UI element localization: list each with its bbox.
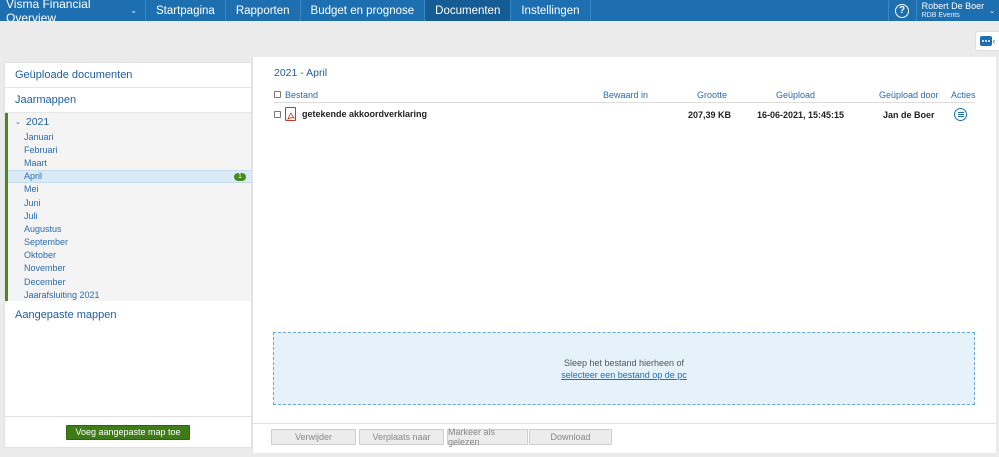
file-size-cell: 207,39 KB: [688, 110, 732, 120]
nav-rapporten[interactable]: Rapporten: [226, 0, 301, 21]
select-file-link[interactable]: selecteer een bestand op de pc: [561, 370, 687, 380]
action-bar: Verwijder Verplaats naar Markeer als gel…: [253, 423, 996, 453]
user-info: Robert De Boer RDB Events: [921, 1, 985, 20]
upload-date-cell: 16-06-2021, 15:45:15: [757, 110, 845, 120]
month-item-december[interactable]: December: [8, 275, 251, 288]
chevron-down-icon: ⌄: [989, 7, 995, 15]
move-to-button[interactable]: Verplaats naar: [359, 429, 444, 445]
page-title: 2021 - April: [274, 67, 328, 79]
user-menu[interactable]: Robert De Boer RDB Events ⌄: [915, 0, 999, 21]
year-folder-2021: ⌄ 2021 Januari Februari Maart April 1 Me…: [5, 113, 251, 302]
top-navigation: Visma Financial Overview ⌄ Startpagina R…: [0, 0, 999, 25]
chevron-down-icon: ⌄: [130, 6, 137, 15]
column-header-uploaded-by[interactable]: Geüpload door: [879, 90, 939, 100]
month-item-februari[interactable]: Februari: [8, 143, 251, 156]
uploaded-by-cell: Jan de Boer: [883, 110, 935, 120]
nav-startpagina[interactable]: Startpagina: [146, 0, 226, 21]
help-button[interactable]: ?: [887, 0, 916, 21]
month-item-september[interactable]: September: [8, 236, 251, 249]
document-panel: 2021 - April Bestand Bewaard in Grootte …: [252, 57, 996, 453]
app-title: Visma Financial Overview: [6, 0, 91, 25]
file-name-link[interactable]: getekende akkoordverklaring: [302, 109, 427, 119]
column-header-file[interactable]: Bestand: [285, 90, 318, 100]
month-item-mei[interactable]: Mei: [8, 183, 251, 196]
nav-instellingen[interactable]: Instellingen: [511, 0, 591, 21]
delete-button[interactable]: Verwijder: [271, 429, 356, 445]
nav-documenten[interactable]: Documenten: [425, 0, 512, 21]
month-item-jaarafsluiting[interactable]: Jaarafsluiting 2021: [8, 288, 251, 301]
column-header-actions: Acties: [951, 90, 976, 100]
help-icon: ?: [895, 3, 910, 18]
column-header-stored-in[interactable]: Bewaard in: [603, 90, 648, 100]
column-header-size[interactable]: Grootte: [697, 90, 727, 100]
sidebar-item-uploaded-documents[interactable]: Geüploade documenten: [5, 63, 251, 88]
year-label: 2021: [25, 115, 50, 128]
add-custom-folder-button[interactable]: Voeg aangepaste map toe: [66, 424, 190, 440]
file-dropzone[interactable]: Sleep het bestand hierheen of selecteer …: [273, 332, 975, 405]
pdf-file-icon: [285, 107, 296, 121]
app-switcher[interactable]: Visma Financial Overview ⌄: [0, 0, 146, 25]
month-item-juni[interactable]: Juni: [8, 196, 251, 209]
user-name: Robert De Boer: [921, 1, 985, 11]
month-item-augustus[interactable]: Augustus: [8, 222, 251, 235]
mark-as-read-button[interactable]: Markeer als gelezen: [447, 427, 528, 447]
feedback-tab[interactable]: ‹: [975, 31, 999, 51]
sidebar-footer: Voeg aangepaste map toe: [5, 416, 251, 447]
row-checkbox[interactable]: [274, 111, 281, 118]
month-item-maart[interactable]: Maart: [8, 156, 251, 169]
table-row[interactable]: getekende akkoordverklaring 207,39 KB 16…: [274, 105, 975, 125]
download-button[interactable]: Download: [529, 429, 612, 445]
month-item-november[interactable]: November: [8, 262, 251, 275]
table-header: Bestand Bewaard in Grootte Geüpload Geüp…: [274, 87, 976, 103]
user-organization: RDB Events: [921, 12, 960, 19]
document-count-badge: 1: [234, 172, 246, 181]
month-label: April: [24, 171, 43, 182]
chevron-down-icon: ⌄: [15, 118, 21, 126]
column-header-uploaded[interactable]: Geüpload: [776, 90, 815, 100]
dropzone-text: Sleep het bestand hierheen of: [563, 357, 685, 368]
month-item-april[interactable]: April 1: [8, 169, 251, 183]
month-item-januari[interactable]: Januari: [8, 130, 251, 143]
nav-budget-en-prognose[interactable]: Budget en prognose: [301, 0, 426, 21]
chat-icon: [979, 36, 992, 46]
chevron-left-icon: ‹: [992, 36, 996, 46]
sidebar-item-custom-folders[interactable]: Aangepaste mappen: [5, 302, 251, 327]
folder-sidebar: Geüploade documenten Jaarmappen ⌄ 2021 J…: [4, 62, 252, 448]
year-toggle[interactable]: ⌄ 2021: [8, 113, 251, 130]
month-item-juli[interactable]: Juli: [8, 209, 251, 222]
nav-right: ? Robert De Boer RDB Events ⌄: [887, 0, 999, 21]
actions-menu-icon[interactable]: [954, 108, 967, 121]
month-item-oktober[interactable]: Oktober: [8, 249, 251, 262]
sidebar-item-year-folders[interactable]: Jaarmappen: [5, 88, 251, 113]
select-all-checkbox[interactable]: [274, 91, 281, 98]
